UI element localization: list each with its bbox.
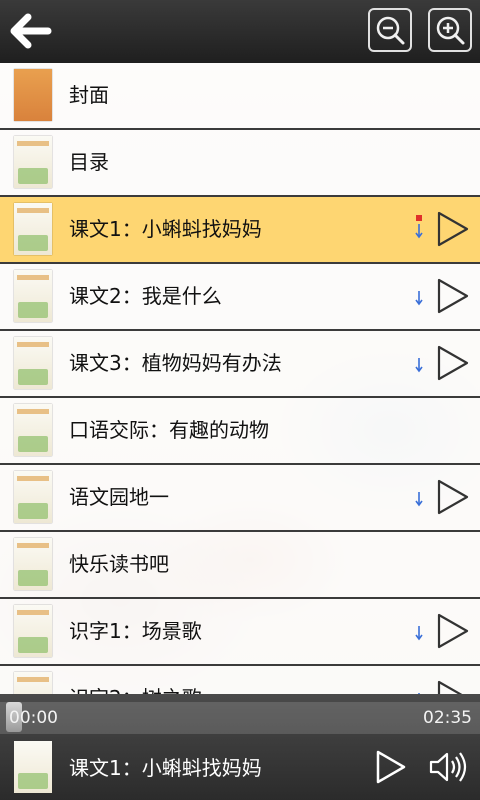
zoom-out-icon	[376, 16, 405, 45]
speaker-icon	[429, 752, 467, 782]
download-arrow-icon[interactable]	[413, 290, 425, 306]
lesson-title: 识字2：树之歌	[69, 666, 202, 694]
bookmark-flag-icon	[416, 215, 422, 221]
lesson-row[interactable]: 课文3：植物妈妈有办法	[0, 331, 480, 398]
lesson-thumbnail	[14, 270, 52, 322]
play-icon	[376, 750, 406, 784]
lesson-row[interactable]: 口语交际：有趣的动物	[0, 398, 480, 465]
download-arrow-icon[interactable]	[413, 223, 425, 239]
top-toolbar	[0, 0, 480, 63]
lesson-thumbnail	[14, 404, 52, 456]
lesson-thumbnail	[14, 337, 52, 389]
lesson-thumbnail	[14, 471, 52, 523]
lesson-row[interactable]: 目录	[0, 130, 480, 197]
lesson-row[interactable]: 封面	[0, 63, 480, 130]
lesson-list[interactable]: 封面目录课文1：小蝌蚪找妈妈 课文2：我是什么课文3：植物妈妈有办法 口语交际：有趣…	[0, 63, 480, 694]
lesson-thumbnail	[14, 538, 52, 590]
play-icon[interactable]	[436, 479, 470, 515]
audio-player-bar: 00:00 02:35 课文1：小蝌蚪找妈妈	[0, 694, 480, 800]
lesson-row[interactable]: 课文1：小蝌蚪找妈妈	[0, 197, 480, 264]
lesson-row[interactable]: 课文2：我是什么	[0, 264, 480, 331]
zoom-in-icon	[436, 16, 465, 45]
lesson-title: 语文园地一	[69, 485, 169, 509]
play-button[interactable]	[375, 750, 407, 784]
lesson-title: 封面	[69, 83, 109, 107]
lesson-thumbnail	[14, 69, 52, 121]
lesson-row[interactable]: 识字2：树之歌	[0, 666, 480, 694]
zoom-out-button[interactable]	[368, 8, 412, 52]
arrow-left-icon	[10, 13, 52, 49]
play-icon[interactable]	[436, 613, 470, 649]
lesson-thumbnail	[14, 605, 52, 657]
now-playing-thumbnail	[14, 741, 52, 793]
lesson-title: 课文1：小蝌蚪找妈妈	[69, 217, 262, 241]
progress-track[interactable]	[0, 702, 480, 734]
lesson-thumbnail	[14, 203, 52, 255]
total-time: 02:35	[423, 708, 472, 728]
lesson-row[interactable]: 识字1：场景歌	[0, 599, 480, 666]
volume-button[interactable]	[428, 750, 472, 784]
lesson-title: 识字1：场景歌	[69, 619, 202, 643]
play-icon[interactable]	[436, 278, 470, 314]
now-playing-title: 课文1：小蝌蚪找妈妈	[69, 756, 262, 780]
lesson-title: 课文2：我是什么	[69, 284, 222, 308]
download-arrow-icon[interactable]	[413, 357, 425, 373]
zoom-in-button[interactable]	[428, 8, 472, 52]
lesson-thumbnail	[14, 672, 52, 694]
lesson-title: 课文3：植物妈妈有办法	[69, 351, 282, 375]
back-button[interactable]	[8, 12, 52, 50]
lesson-row[interactable]: 语文园地一	[0, 465, 480, 532]
download-arrow-icon[interactable]	[413, 491, 425, 507]
lesson-thumbnail	[14, 136, 52, 188]
current-time: 00:00	[9, 708, 58, 728]
lesson-title: 口语交际：有趣的动物	[69, 418, 269, 442]
play-icon[interactable]	[436, 211, 470, 247]
play-icon[interactable]	[436, 345, 470, 381]
download-arrow-icon[interactable]	[413, 625, 425, 641]
lesson-row[interactable]: 快乐读书吧	[0, 532, 480, 599]
lesson-title: 目录	[69, 150, 109, 174]
lesson-title: 快乐读书吧	[69, 552, 169, 576]
play-icon[interactable]	[436, 680, 470, 694]
